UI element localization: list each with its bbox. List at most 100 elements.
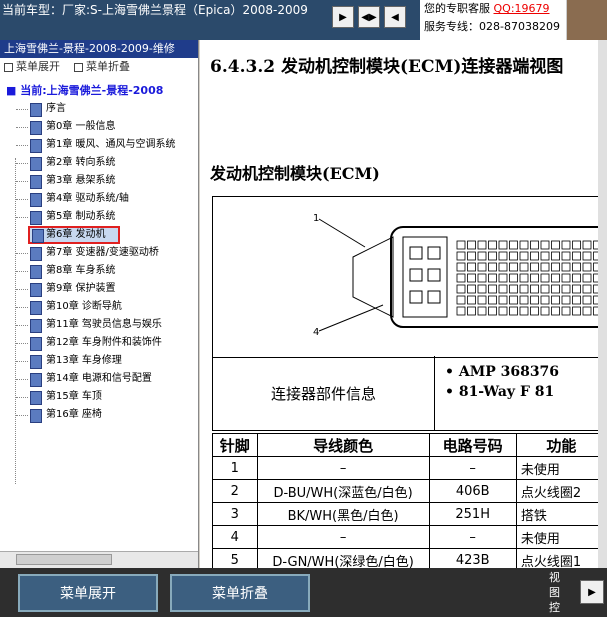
connector-pin: [488, 284, 497, 294]
connector-pin: [572, 273, 581, 283]
arrow-right-icon: ▶: [588, 586, 596, 598]
connector-pin: [456, 273, 466, 283]
connector-pin: [509, 240, 518, 250]
connector-pin: [498, 262, 508, 272]
tree-item[interactable]: 第3章 悬架系统: [0, 172, 198, 190]
tree-item[interactable]: 第12章 车身附件和装饰件: [0, 334, 198, 352]
connector-part-number: AMP 368376: [458, 364, 560, 380]
pin-table-header: 针脚 导线颜色 电路号码 功能: [212, 433, 607, 457]
qq-link[interactable]: QQ:19679: [494, 2, 550, 15]
tree-item-label: 第2章 转向系统: [46, 157, 116, 168]
connector-pin: [572, 262, 581, 272]
book-icon: [30, 319, 42, 333]
book-icon: [32, 229, 44, 243]
tree-item-label: 第1章 暖风、通风与空调系统: [46, 139, 176, 150]
connector-pin: [551, 251, 560, 261]
tree-item-label: 序言: [46, 103, 66, 114]
table-cell: 点火线圈1: [515, 548, 607, 568]
sidebar-tree: 上海雪佛兰-景程-2008-2009-维修 菜单展开 菜单折叠 ■ 当前:上海雪…: [0, 40, 199, 568]
tree-item[interactable]: 序言: [0, 100, 198, 118]
document-view: 6.4.3.2 发动机控制模块(ECM)连接器端视图 发动机控制模块(ECM) …: [200, 40, 607, 568]
tree-connector: [16, 145, 28, 146]
connector-pin: [551, 273, 560, 283]
connector-pin: [488, 262, 497, 272]
connector-pin: [582, 240, 592, 250]
next-page-button[interactable]: ▶: [332, 6, 354, 28]
book-icon: [30, 139, 42, 153]
tree-item[interactable]: 第5章 制动系统: [0, 208, 198, 226]
tree-item-label: 第12章 车身附件和装饰件: [46, 337, 162, 348]
tree-root[interactable]: ■ 当前:上海雪佛兰-景程-2008: [0, 82, 198, 100]
current-vehicle-label: 当前车型：厂家:S-上海雪佛兰景程（Epica）2008-2009: [2, 3, 308, 17]
connector-pin: [561, 295, 571, 305]
tree-item[interactable]: 第11章 驾驶员信息与娱乐: [0, 316, 198, 334]
section-title: 发动机控制模块(ECM): [210, 164, 380, 183]
view-next-button[interactable]: ▶: [580, 580, 604, 604]
document-vertical-scrollbar[interactable]: [598, 40, 607, 568]
tree-item[interactable]: 第4章 驱动系统/轴: [0, 190, 198, 208]
tree-item[interactable]: 第9章 保护装置: [0, 280, 198, 298]
arrow-right-icon: ▶: [339, 11, 347, 23]
table-row: 3 BK/WH(黑色/白色) 251H 搭铁: [212, 502, 607, 526]
expand-horizontal-icon: ◀▶: [361, 11, 377, 23]
table-cell: D-BU/WH(深蓝色/白色): [256, 479, 430, 503]
tree-connector: [16, 415, 28, 416]
tree-item[interactable]: 第10章 诊断导航: [0, 298, 198, 316]
connector-pin: [551, 284, 560, 294]
connector-pin: [509, 306, 518, 316]
tree-item-label: 第14章 电源和信号配置: [46, 373, 152, 384]
tree-item[interactable]: 第6章 发动机: [28, 226, 120, 244]
table-cell: 搭铁: [515, 502, 607, 526]
tree-item[interactable]: 第0章 一般信息: [0, 118, 198, 136]
tree-connector: [16, 109, 28, 110]
tree-item[interactable]: 第8章 车身系统: [0, 262, 198, 280]
tree-connector: [16, 271, 28, 272]
connector-pin: [582, 306, 592, 316]
table-cell: BK/WH(黑色/白色): [256, 502, 430, 526]
tree-item[interactable]: 第7章 变速器/变速驱动桥: [0, 244, 198, 262]
connector-pin: [572, 284, 581, 294]
connector-pin: [561, 273, 571, 283]
table-row: 4– – 未使用: [212, 525, 607, 549]
scrollbar-thumb[interactable]: [16, 554, 112, 565]
connector-pin: [530, 273, 539, 283]
connector-pin: [509, 273, 518, 283]
connector-pin: [582, 262, 592, 272]
sidebar-title: 上海雪佛兰-景程-2008-2009-维修: [0, 40, 198, 58]
service-contact-panel: 您的专职客服 QQ:19679 服务专线：028-87038209: [420, 0, 607, 40]
expand-icon: [4, 62, 13, 72]
menu-collapse-button[interactable]: 菜单折叠: [170, 574, 310, 612]
sidebar-horizontal-scrollbar[interactable]: [0, 551, 198, 568]
connector-info-list: • AMP 368376 • 81-Way F 81: [445, 362, 559, 402]
menu-expand-button[interactable]: 菜单展开: [18, 574, 158, 612]
book-icon: [30, 211, 42, 225]
connector-pin: [551, 262, 560, 272]
expand-all-link[interactable]: 菜单展开: [4, 58, 60, 76]
tree-item[interactable]: 第13章 车身修理: [0, 352, 198, 370]
tree-item[interactable]: 第16章 座椅: [0, 406, 198, 424]
connector-info-item: • AMP 368376: [445, 364, 560, 380]
table-cell: 4: [212, 525, 258, 549]
book-icon: [30, 247, 42, 261]
connector-pin: [572, 306, 581, 316]
tree-item[interactable]: 第14章 电源和信号配置: [0, 370, 198, 388]
tree-item[interactable]: 第2章 转向系统: [0, 154, 198, 172]
connector-pin: [477, 273, 487, 283]
tree-item[interactable]: 第1章 暖风、通风与空调系统: [0, 136, 198, 154]
split-view-button[interactable]: ◀▶: [358, 6, 380, 28]
tree-item-label: 第11章 驾驶员信息与娱乐: [46, 319, 162, 330]
connector-pin: [540, 240, 550, 250]
book-icon: [30, 121, 42, 135]
table-cell: 1: [212, 456, 258, 480]
tree-connector: [16, 181, 28, 182]
tree-item[interactable]: 第15章 车顶: [0, 388, 198, 406]
header-pin: 针脚: [212, 433, 258, 457]
collapse-all-link[interactable]: 菜单折叠: [74, 58, 130, 76]
table-cell: –: [256, 456, 430, 480]
previous-page-button[interactable]: ◀: [384, 6, 406, 28]
tree-item-label: 第3章 悬架系统: [46, 175, 116, 186]
table-cell: 2: [212, 479, 258, 503]
connector-pin: [509, 251, 518, 261]
connector-pin: [477, 295, 487, 305]
connector-pin: [498, 273, 508, 283]
